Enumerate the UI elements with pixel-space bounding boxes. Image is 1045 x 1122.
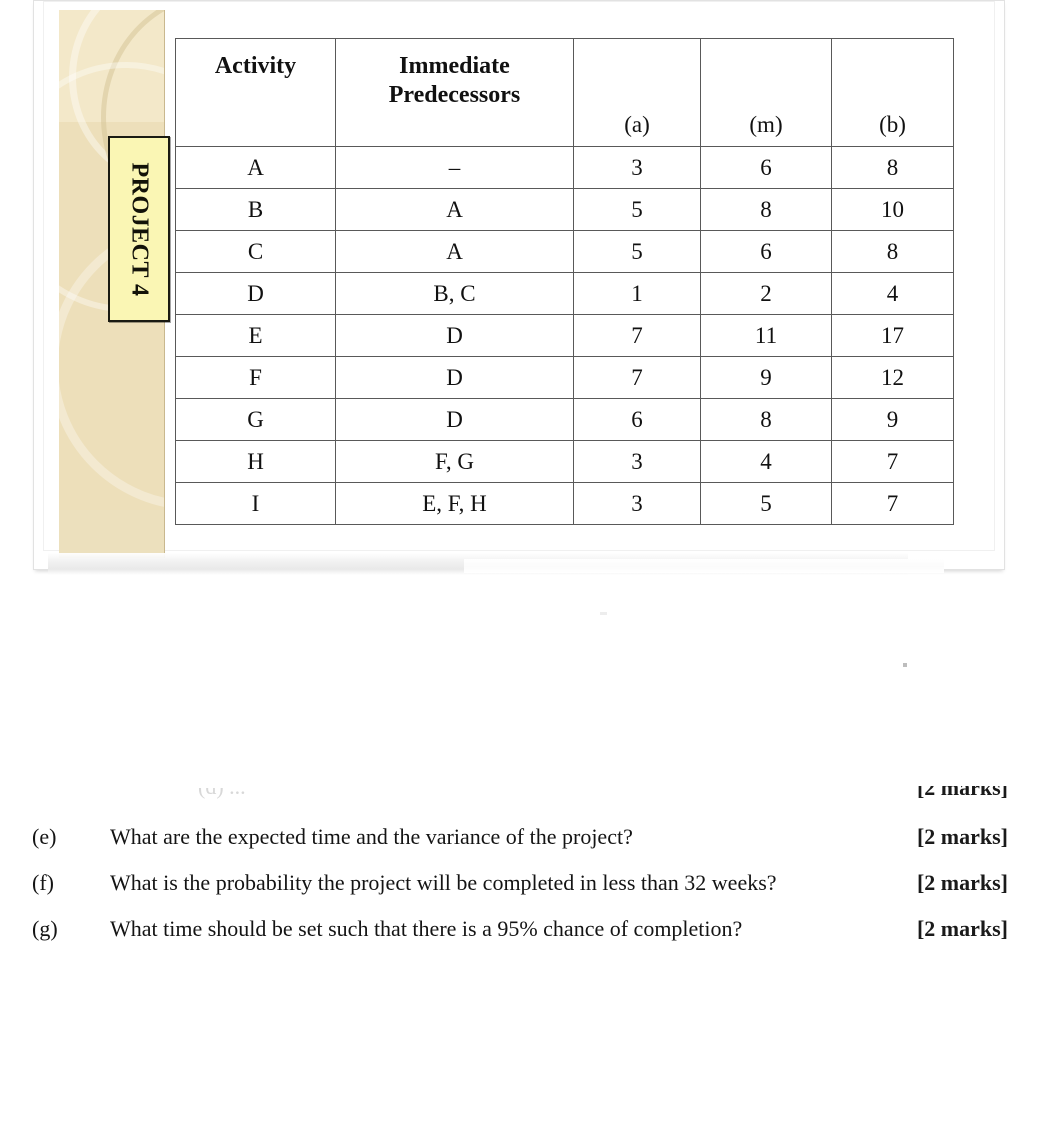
column-header-most-likely: (m) bbox=[700, 38, 832, 147]
activity-table-container: Activity Immediate Predecessors (a) (m) … bbox=[175, 38, 954, 525]
cell-pessimistic: 9 bbox=[831, 398, 954, 441]
cell-predecessors: D bbox=[335, 314, 574, 357]
table-row: CA568 bbox=[175, 230, 954, 273]
table-row: F D 7 9 12 bbox=[175, 356, 954, 399]
cell-optimistic: 7 bbox=[573, 314, 701, 357]
cell-pessimistic: 10 bbox=[831, 188, 954, 231]
table-row: GD689 bbox=[175, 398, 954, 441]
scan-artifact-smudge bbox=[600, 612, 607, 615]
question-marks: [2 marks] bbox=[916, 916, 1008, 941]
question-label: (f) bbox=[32, 870, 54, 895]
cell-activity: A bbox=[175, 146, 336, 189]
slide-screenshot: PROJECT 4 Activity Immediate Predecessor… bbox=[33, 0, 1005, 578]
cell-activity: B bbox=[175, 188, 336, 231]
cell-most-likely: 8 bbox=[700, 188, 832, 231]
cell-activity: F bbox=[175, 356, 336, 399]
cell-predecessors: E, F, H bbox=[335, 482, 574, 525]
table-header-row: Activity Immediate Predecessors (a) (m) … bbox=[175, 38, 954, 147]
question-label: (g) bbox=[32, 916, 58, 941]
cell-pessimistic: 7 bbox=[831, 440, 954, 483]
scan-artifact-dot bbox=[903, 663, 907, 667]
cell-optimistic: 3 bbox=[573, 146, 701, 189]
cell-most-likely: 4 bbox=[700, 440, 832, 483]
cell-optimistic: 6 bbox=[573, 398, 701, 441]
cell-activity: D bbox=[175, 272, 336, 315]
table-row: E D 7 11 17 bbox=[175, 314, 954, 357]
cell-most-likely: 8 bbox=[700, 398, 832, 441]
table-row: A –3 6 8 bbox=[175, 146, 954, 189]
cell-activity: E bbox=[175, 314, 336, 357]
question-text: What is the probability the project will… bbox=[110, 870, 777, 895]
cell-activity: C bbox=[175, 230, 336, 273]
question-marks: [2 marks] bbox=[916, 870, 1008, 895]
panel-band-bottom bbox=[59, 510, 164, 558]
table-header: Activity Immediate Predecessors (a) (m) … bbox=[175, 38, 954, 147]
table-row: B A 5 8 10 bbox=[175, 188, 954, 231]
question-rows: (e) What are the expected time and the va… bbox=[0, 824, 1045, 962]
cell-predecessors: D bbox=[335, 356, 574, 399]
cell-pessimistic: 8 bbox=[831, 230, 954, 273]
cell-pessimistic: 12 bbox=[831, 356, 954, 399]
cell-predecessors: A bbox=[335, 188, 574, 231]
column-header-predecessors: Immediate Predecessors bbox=[335, 38, 574, 147]
cell-optimistic: 5 bbox=[573, 188, 701, 231]
table-row: I E, F, H357 bbox=[175, 482, 954, 525]
question-text: What are the expected time and the varia… bbox=[110, 824, 633, 849]
question-row: (e) What are the expected time and the va… bbox=[0, 824, 1045, 870]
cell-pessimistic: 8 bbox=[831, 146, 954, 189]
question-row: (g) What time should be set such that the… bbox=[0, 916, 1045, 962]
question-text: What time should be set such that there … bbox=[110, 916, 743, 941]
question-row: (f) What is the probability the project w… bbox=[0, 870, 1045, 916]
cell-most-likely: 11 bbox=[700, 314, 832, 357]
cell-activity: G bbox=[175, 398, 336, 441]
project-title-badge: PROJECT 4 bbox=[108, 136, 170, 322]
cell-activity: I bbox=[175, 482, 336, 525]
cell-predecessors: A bbox=[335, 230, 574, 273]
cell-most-likely: 6 bbox=[700, 230, 832, 273]
table-row: D B, C124 bbox=[175, 272, 954, 315]
column-header-predecessors-line2: Predecessors bbox=[388, 82, 521, 109]
clipped-marks-label: [2 marks] bbox=[916, 786, 1008, 800]
cell-activity: H bbox=[175, 440, 336, 483]
cell-predecessors: F, G bbox=[335, 440, 574, 483]
cell-optimistic: 1 bbox=[573, 272, 701, 315]
cell-predecessors: D bbox=[335, 398, 574, 441]
table-body: A –3 6 8 B A 5 8 10 C A 5 6 8 D B, C 1 2 4 E D 7 11 17 F D 7 9 12 G D 6… bbox=[175, 146, 954, 525]
clipped-ghost-text: (d) ... bbox=[198, 788, 388, 802]
cell-pessimistic: 4 bbox=[831, 272, 954, 315]
cell-optimistic: 7 bbox=[573, 356, 701, 399]
question-marks: [2 marks] bbox=[916, 824, 1008, 849]
question-label: (e) bbox=[32, 824, 57, 849]
cell-most-likely: 5 bbox=[700, 482, 832, 525]
cell-optimistic: 5 bbox=[573, 230, 701, 273]
cell-optimistic: 3 bbox=[573, 440, 701, 483]
column-header-pessimistic: (b) bbox=[831, 38, 954, 147]
cell-optimistic: 3 bbox=[573, 482, 701, 525]
cell-most-likely: 2 bbox=[700, 272, 832, 315]
project-title-label: PROJECT 4 bbox=[126, 161, 153, 297]
table-row: H F, G347 bbox=[175, 440, 954, 483]
cell-pessimistic: 7 bbox=[831, 482, 954, 525]
cell-most-likely: 6 bbox=[700, 146, 832, 189]
slide-frame: PROJECT 4 Activity Immediate Predecessor… bbox=[33, 0, 1005, 575]
cell-pessimistic: 17 bbox=[831, 314, 954, 357]
slide-canvas: PROJECT 4 Activity Immediate Predecessor… bbox=[43, 1, 995, 558]
cell-predecessors: B, C bbox=[335, 272, 574, 315]
activity-table: Activity Immediate Predecessors (a) (m) … bbox=[175, 38, 954, 525]
cell-most-likely: 9 bbox=[700, 356, 832, 399]
column-header-predecessors-line1: Immediate bbox=[399, 53, 510, 79]
column-header-optimistic: (a) bbox=[573, 38, 701, 147]
cell-predecessors: – bbox=[335, 146, 574, 189]
scan-shadow-strip-secondary bbox=[464, 559, 944, 573]
column-header-activity: Activity bbox=[175, 38, 336, 147]
